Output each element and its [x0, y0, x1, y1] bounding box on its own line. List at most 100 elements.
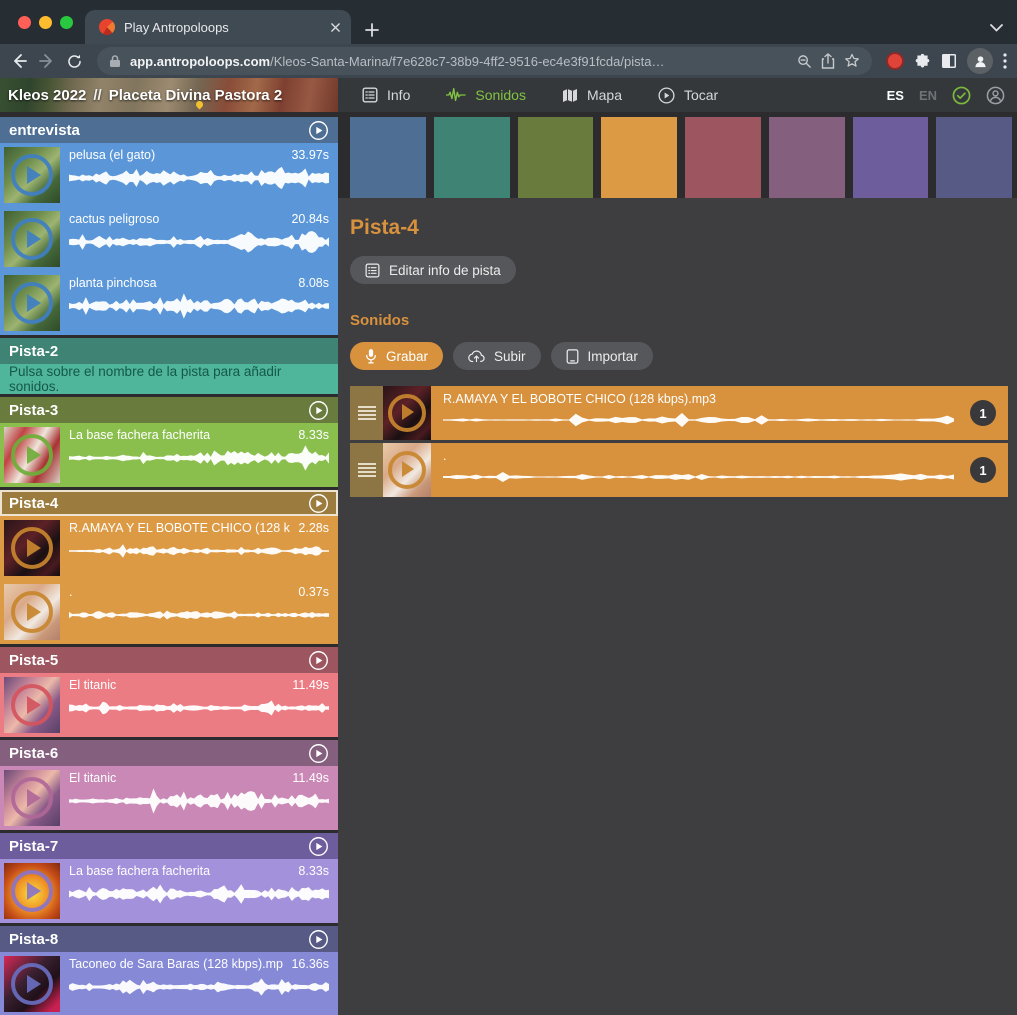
sound-waveform[interactable] [69, 602, 329, 628]
track-swatch-1[interactable] [350, 117, 426, 198]
bookmark-star-icon[interactable] [844, 53, 860, 69]
sound-waveform[interactable] [69, 445, 329, 471]
sound-thumbnail [4, 147, 60, 203]
sound-item[interactable]: El titanic11.49s [0, 673, 338, 737]
sound-waveform[interactable] [69, 974, 329, 1000]
track-play-icon[interactable] [308, 836, 329, 857]
drag-handle[interactable] [350, 443, 383, 497]
nav-tab-tocar[interactable]: Tocar [658, 87, 718, 104]
sound-item[interactable]: planta pinchosa8.08s [0, 271, 338, 335]
track-header[interactable]: entrevista [0, 117, 338, 143]
track-swatch-8[interactable] [936, 117, 1012, 198]
play-overlay-icon[interactable] [11, 963, 53, 1005]
sound-waveform[interactable] [69, 788, 329, 814]
tab-search-chevron-icon[interactable] [990, 24, 1003, 32]
play-overlay-icon[interactable] [11, 154, 53, 196]
track-play-icon[interactable] [308, 493, 329, 514]
track-header[interactable]: Pista-2 [0, 338, 338, 364]
track-swatch-4-selected[interactable] [601, 117, 677, 198]
track-header[interactable]: Pista-7 [0, 833, 338, 859]
track-play-icon[interactable] [308, 120, 329, 141]
play-overlay-icon[interactable] [11, 777, 53, 819]
sidebar-track-Pista-5: Pista-5El titanic11.49s [0, 647, 338, 737]
tab-close-icon[interactable] [330, 22, 341, 33]
track-swatch-6[interactable] [769, 117, 845, 198]
track-header[interactable]: Pista-6 [0, 740, 338, 766]
reload-icon[interactable] [66, 53, 83, 70]
play-overlay-icon[interactable] [11, 527, 53, 569]
page-title: Pista-4 [350, 216, 1008, 240]
lang-es-button[interactable]: ES [887, 88, 904, 103]
sound-waveform[interactable] [69, 538, 329, 564]
profile-avatar[interactable] [967, 48, 993, 74]
track-swatch-3[interactable] [518, 117, 594, 198]
track-header[interactable]: Pista-3 [0, 397, 338, 423]
side-panel-icon[interactable] [941, 53, 957, 69]
play-overlay-icon[interactable] [11, 218, 53, 260]
play-overlay-icon[interactable] [11, 434, 53, 476]
row-waveform[interactable] [443, 468, 954, 486]
track-swatch-2[interactable] [434, 117, 510, 198]
close-window-button[interactable] [18, 16, 31, 29]
project-banner[interactable]: Kleos 2022 // Placeta Divina Pastora 2 [0, 78, 338, 112]
address-bar[interactable]: app.antropoloops.com/Kleos-Santa-Marina/… [97, 47, 872, 75]
account-icon[interactable] [986, 86, 1005, 105]
play-overlay-icon[interactable] [388, 394, 426, 432]
browser-tab[interactable]: Play Antropoloops [85, 10, 351, 44]
drag-handle[interactable] [350, 386, 383, 440]
share-icon[interactable] [821, 53, 835, 69]
track-name: Pista-4 [9, 495, 58, 512]
row-waveform[interactable] [443, 411, 954, 429]
play-overlay-icon[interactable] [11, 282, 53, 324]
main-sound-row[interactable]: .1 [350, 443, 1008, 497]
zoom-icon[interactable] [797, 54, 812, 69]
track-header[interactable]: Pista-4 [0, 490, 338, 516]
nav-tab-sonidos[interactable]: Sonidos [446, 87, 526, 103]
sound-item[interactable]: pelusa (el gato)33.97s [0, 143, 338, 207]
extension-puzzle-icon[interactable] [914, 53, 931, 70]
sound-item[interactable]: La base fachera facherita8.33s [0, 859, 338, 923]
sound-waveform[interactable] [69, 229, 329, 255]
sound-item[interactable]: La base fachera facherita8.33s [0, 423, 338, 487]
record-sound-button[interactable]: Grabar [350, 342, 443, 370]
track-swatch-7[interactable] [853, 117, 929, 198]
track-header[interactable]: Pista-8 [0, 926, 338, 952]
sound-item[interactable]: .0.37s [0, 580, 338, 644]
track-play-icon[interactable] [308, 929, 329, 950]
forward-icon[interactable] [38, 52, 56, 70]
track-swatch-5[interactable] [685, 117, 761, 198]
new-tab-button[interactable] [365, 23, 379, 37]
upload-sound-button[interactable]: Subir [453, 342, 541, 370]
play-overlay-icon[interactable] [11, 684, 53, 726]
play-overlay-icon[interactable] [388, 451, 426, 489]
fullscreen-window-button[interactable] [60, 16, 73, 29]
check-circle-icon[interactable] [952, 86, 971, 105]
track-header[interactable]: Pista-5 [0, 647, 338, 673]
sound-item[interactable]: Taconeo de Sara Baras (128 kbps).mp316.3… [0, 952, 338, 1015]
track-play-icon[interactable] [308, 650, 329, 671]
sound-waveform[interactable] [69, 165, 329, 191]
nav-tab-label: Mapa [587, 87, 622, 103]
sound-waveform[interactable] [69, 881, 329, 907]
lang-en-button[interactable]: EN [919, 88, 937, 103]
import-sound-button[interactable]: Importar [551, 342, 653, 370]
main-sound-row[interactable]: R.AMAYA Y EL BOBOTE CHICO (128 kbps).mp3… [350, 386, 1008, 440]
nav-tab-info[interactable]: Info [362, 87, 410, 103]
sound-waveform[interactable] [69, 293, 329, 319]
sound-thumbnail [4, 211, 60, 267]
nav-tab-mapa[interactable]: Mapa [562, 87, 622, 103]
record-icon[interactable] [886, 52, 904, 70]
back-icon[interactable] [10, 52, 28, 70]
play-overlay-icon[interactable] [11, 591, 53, 633]
sound-item[interactable]: cactus peligroso20.84s [0, 207, 338, 271]
track-play-icon[interactable] [308, 743, 329, 764]
kebab-menu-icon[interactable] [1003, 53, 1007, 69]
minimize-window-button[interactable] [39, 16, 52, 29]
sound-item[interactable]: R.AMAYA Y EL BOBOTE CHICO (128 kbps)....… [0, 516, 338, 580]
play-overlay-icon[interactable] [11, 870, 53, 912]
map-icon [562, 88, 578, 103]
sound-item[interactable]: El titanic11.49s [0, 766, 338, 830]
edit-track-info-button[interactable]: Editar info de pista [350, 256, 516, 284]
track-play-icon[interactable] [308, 400, 329, 421]
sound-waveform[interactable] [69, 695, 329, 721]
